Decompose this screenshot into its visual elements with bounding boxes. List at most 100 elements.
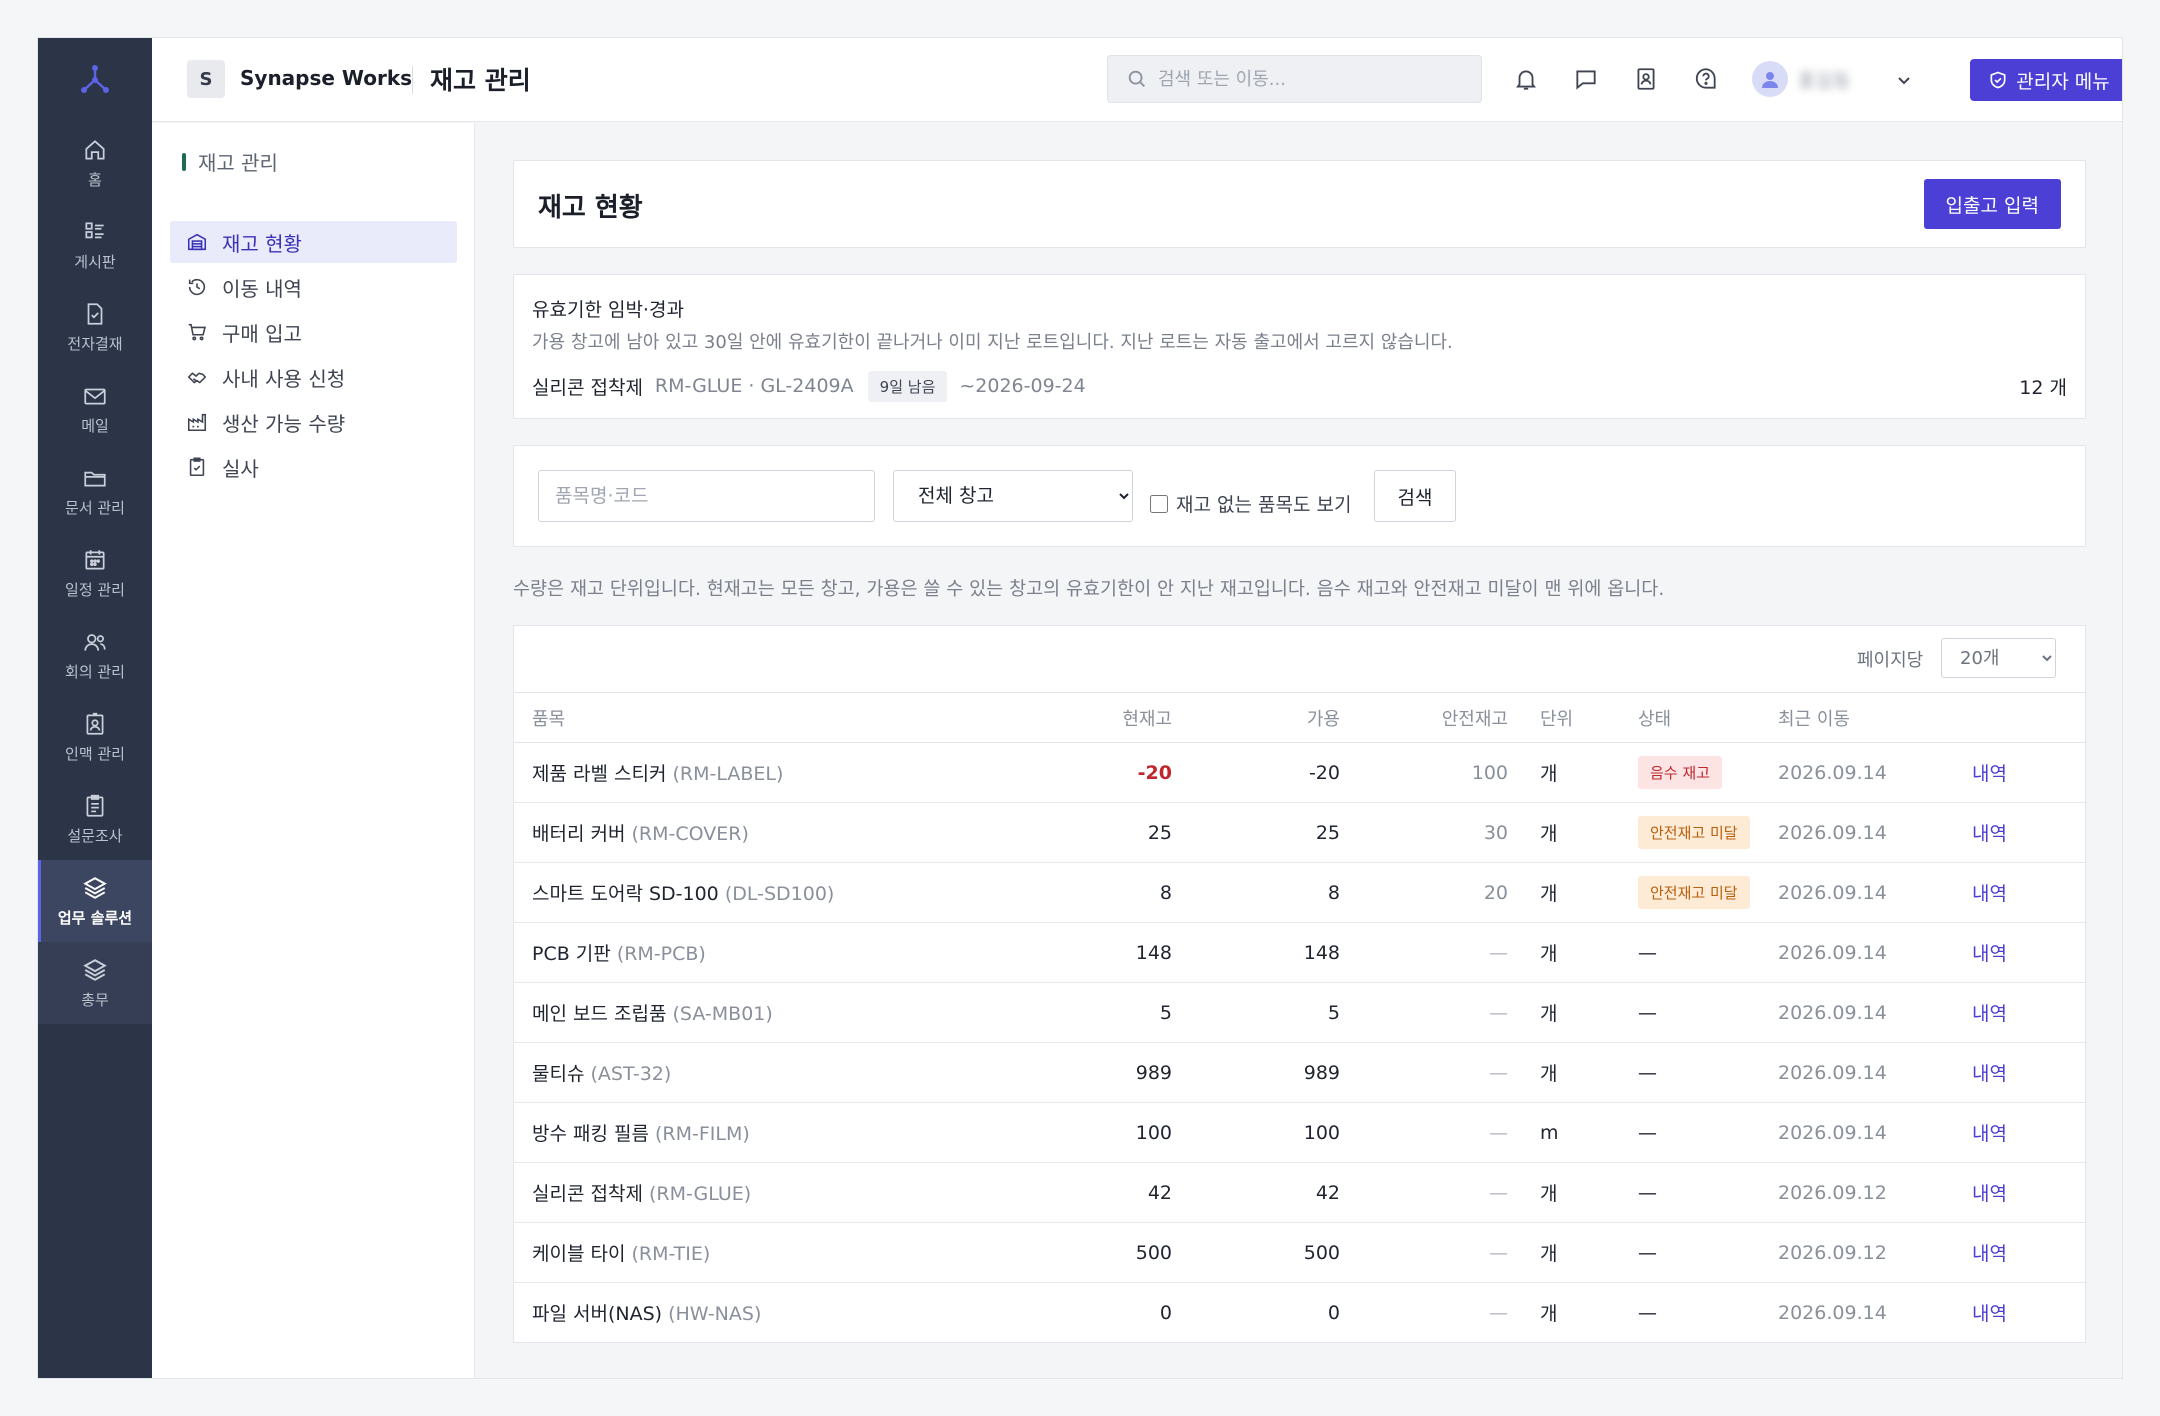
- rail-item-board[interactable]: 게시판: [38, 204, 152, 286]
- page-title: 재고 관리: [430, 66, 531, 95]
- rail-item-documents[interactable]: 문서 관리: [38, 450, 152, 532]
- cell-last-move: 2026.09.14: [1758, 982, 1938, 1043]
- cell-unit: 개: [1540, 1303, 1558, 1326]
- org-badge[interactable]: S: [187, 60, 225, 98]
- rail-item-label: 전자결재: [67, 334, 123, 353]
- rail-item-contacts[interactable]: 인맥 관리: [38, 696, 152, 778]
- table-row[interactable]: 실리콘 접착제 (RM-GLUE) 42 42— 개 —2026.09.12 내역: [514, 1162, 2087, 1223]
- messages-button[interactable]: [1570, 63, 1602, 95]
- history-link[interactable]: 내역: [1972, 823, 2007, 845]
- rail-item-survey[interactable]: 설문조사: [38, 778, 152, 860]
- subnav-item-stock-status[interactable]: 재고 현황: [170, 221, 457, 263]
- cell-safety: —: [1340, 1102, 1508, 1163]
- show-empty-toggle[interactable]: 재고 없는 품목도 보기: [1150, 490, 1351, 517]
- org-name[interactable]: Synapse Works: [240, 66, 412, 90]
- col-header-safety[interactable]: 안전재고: [1340, 692, 1508, 743]
- status-text: —: [1638, 1001, 1657, 1024]
- rail-item-label: 게시판: [74, 252, 116, 271]
- help-icon: [1695, 68, 1716, 89]
- cell-actions: 내역: [1938, 802, 2087, 863]
- rail-item-label: 업무 솔루션: [57, 908, 133, 927]
- cell-status: —: [1608, 1162, 1758, 1223]
- search-button[interactable]: 검색: [1374, 470, 1456, 522]
- cell-available: 100: [1172, 1102, 1340, 1163]
- expiry-date: ~2026-09-24: [959, 375, 1086, 397]
- col-header-item[interactable]: 품목: [514, 692, 1034, 743]
- table-header-row: 품목 현재고 가용 안전재고 단위 상태 최근 이동: [514, 692, 2087, 743]
- subnav-item-purchase-receipt[interactable]: 구매 입고: [170, 311, 457, 353]
- stock-table-card: 페이지당 20개 품목 현재고 가용 안전재고 단위 상태 최근 이동 제품 라…: [513, 625, 2087, 1343]
- item-code: (RM-TIE): [631, 1243, 711, 1265]
- cell-current: 42: [1034, 1162, 1172, 1223]
- subnav-heading-label: 재고 관리: [198, 151, 278, 175]
- rail-item-label: 메일: [81, 416, 109, 435]
- cell-status: —: [1608, 982, 1758, 1043]
- status-text: —: [1638, 1061, 1657, 1084]
- show-empty-checkbox[interactable]: [1150, 494, 1168, 513]
- history-link[interactable]: 내역: [1972, 1243, 2007, 1265]
- expiry-row[interactable]: 실리콘 접착제 RM-GLUE · GL-2409A 9일 남음 ~2026-0…: [532, 370, 2067, 402]
- status-text: —: [1638, 941, 1657, 964]
- global-search[interactable]: [1107, 55, 1482, 103]
- rail-item-mail[interactable]: 메일: [38, 368, 152, 450]
- col-header-available[interactable]: 가용: [1172, 692, 1340, 743]
- status-badge: 안전재고 미달: [1638, 816, 1750, 849]
- table-row[interactable]: PCB 기판 (RM-PCB) 148 148— 개 —2026.09.14 내역: [514, 922, 2087, 983]
- app-logo-icon[interactable]: [38, 38, 152, 122]
- item-search-input[interactable]: [538, 470, 875, 522]
- subnav-item-stocktaking[interactable]: 실사: [170, 446, 457, 488]
- rail-item-general-affairs[interactable]: 총무: [38, 942, 152, 1024]
- history-link[interactable]: 내역: [1972, 1003, 2007, 1025]
- cell-actions: 내역: [1938, 922, 2087, 983]
- col-header-status[interactable]: 상태: [1608, 692, 1758, 743]
- admin-menu-label: 관리자 메뉴: [2016, 70, 2110, 93]
- stock-io-button[interactable]: 입출고 입력: [1923, 179, 2061, 229]
- history-link[interactable]: 내역: [1972, 883, 2007, 905]
- table-row[interactable]: 메인 보드 조립품 (SA-MB01) 5 5— 개 —2026.09.14 내역: [514, 982, 2087, 1043]
- table-row[interactable]: 제품 라벨 스티커 (RM-LABEL) -20 -20 100 개 음수 재고 2026.…: [514, 742, 2087, 803]
- rail-item-calendar[interactable]: 일정 관리: [38, 532, 152, 614]
- rail-item-approval[interactable]: 전자결재: [38, 286, 152, 368]
- per-page-select[interactable]: 20개: [1941, 638, 2056, 678]
- directory-button[interactable]: [1630, 63, 1662, 95]
- table-row[interactable]: 파일 서버(NAS) (HW-NAS) 0 0 — 개 — 2026.09.14 내역: [514, 1283, 2087, 1343]
- rail-item-home[interactable]: 홈: [38, 122, 152, 204]
- subnav-item-internal-use-request[interactable]: 사내 사용 신청: [170, 356, 457, 398]
- user-name[interactable]: 홍길동: [1798, 66, 1850, 93]
- col-header-last-move[interactable]: 최근 이동: [1758, 692, 1938, 743]
- history-link[interactable]: 내역: [1972, 1063, 2007, 1085]
- rail-item-meetings[interactable]: 회의 관리: [38, 614, 152, 696]
- subnav-item-movement-history[interactable]: 이동 내역: [170, 266, 457, 308]
- history-icon: [188, 278, 206, 296]
- notifications-button[interactable]: [1510, 63, 1542, 95]
- cell-actions: 내역: [1938, 1162, 2087, 1223]
- status-text: —: [1638, 1241, 1657, 1264]
- table-row[interactable]: 방수 패킹 필름 (RM-FILM) 100 100— m —2026.09.14 내역: [514, 1102, 2087, 1163]
- subnav-item-label: 사내 사용 신청: [222, 366, 346, 391]
- history-link[interactable]: 내역: [1972, 1303, 2007, 1325]
- table-row[interactable]: 케이블 타이 (RM-TIE) 500 500— 개 —2026.09.12 내역: [514, 1222, 2087, 1283]
- history-link[interactable]: 내역: [1972, 1183, 2007, 1205]
- status-badge: 안전재고 미달: [1638, 876, 1750, 909]
- help-button[interactable]: [1690, 63, 1722, 95]
- col-header-unit[interactable]: 단위: [1508, 692, 1608, 743]
- user-avatar[interactable]: [1752, 61, 1788, 97]
- rail-item-label: 인맥 관리: [65, 744, 125, 763]
- history-link[interactable]: 내역: [1972, 1123, 2007, 1145]
- search-input[interactable]: [1158, 68, 1458, 90]
- status-text: —: [1638, 1181, 1657, 1204]
- subnav-item-producible-quantity[interactable]: 생산 가능 수량: [170, 401, 457, 443]
- history-link[interactable]: 내역: [1972, 763, 2007, 785]
- table-row[interactable]: 스마트 도어락 SD-100 (DL-SD100) 8 8 20 개 안전재고 미달 202…: [514, 862, 2087, 923]
- chevron-down-icon[interactable]: [1892, 68, 1916, 92]
- history-link[interactable]: 내역: [1972, 943, 2007, 965]
- table-row[interactable]: 물티슈 (AST-32) 989 989— 개 —2026.09.14 내역: [514, 1042, 2087, 1103]
- col-header-current[interactable]: 현재고: [1034, 692, 1172, 743]
- page-header-card: 재고 현황 입출고 입력: [513, 160, 2086, 248]
- table-row[interactable]: 배터리 커버 (RM-COVER) 25 25 30 개 안전재고 미달 2026.09.1…: [514, 802, 2087, 863]
- cell-unit: 개: [1508, 742, 1608, 803]
- app-frame: 홈 게시판 전자결재 메일 문서 관리 일정 관리 회의 관리 인맥 관리 설문…: [37, 37, 2123, 1379]
- admin-menu-button[interactable]: 관리자 메뉴: [1970, 59, 2122, 101]
- warehouse-select[interactable]: 전체 창고: [893, 470, 1133, 522]
- rail-item-business-solution[interactable]: 업무 솔루션: [38, 860, 152, 942]
